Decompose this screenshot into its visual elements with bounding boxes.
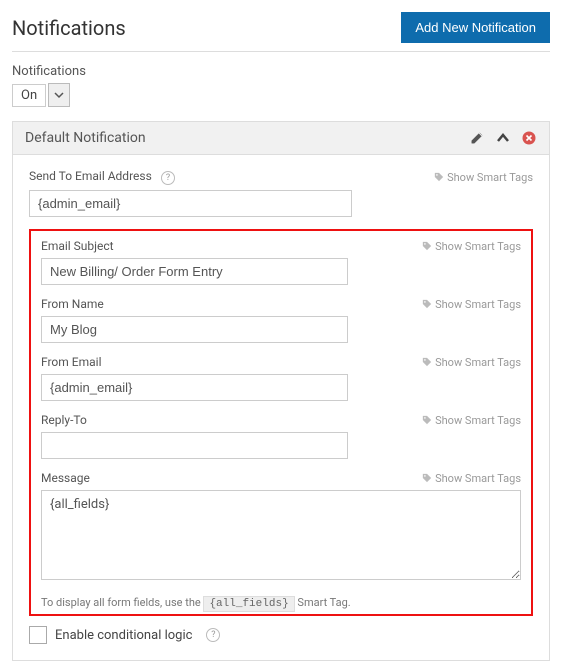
- message-textarea[interactable]: [41, 490, 521, 580]
- field-from-email: From Email Show Smart Tags: [41, 355, 521, 401]
- notifications-toggle-group: Notifications On: [12, 64, 550, 107]
- from-name-label: From Name: [41, 297, 104, 311]
- from-email-input[interactable]: [41, 374, 348, 401]
- help-icon[interactable]: ?: [206, 628, 220, 642]
- tag-icon: [422, 241, 432, 251]
- chevron-down-icon: [54, 90, 64, 100]
- subject-input[interactable]: [41, 258, 348, 285]
- tag-icon: [422, 415, 432, 425]
- send-to-input[interactable]: [29, 190, 352, 217]
- field-from-name: From Name Show Smart Tags: [41, 297, 521, 343]
- conditional-logic-row: Enable conditional logic ?: [29, 626, 533, 644]
- panel-header: Default Notification: [13, 122, 549, 155]
- collapse-button[interactable]: [495, 130, 511, 146]
- send-to-label: Send To Email Address: [29, 169, 152, 183]
- smart-tags-toggle[interactable]: Show Smart Tags: [434, 171, 533, 184]
- message-label: Message: [41, 471, 90, 485]
- highlighted-fields: Email Subject Show Smart Tags From Name …: [29, 229, 533, 616]
- tag-icon: [434, 172, 444, 182]
- pencil-icon: [470, 131, 484, 145]
- field-reply-to: Reply-To Show Smart Tags: [41, 413, 521, 459]
- panel-title: Default Notification: [25, 130, 146, 146]
- smart-tags-toggle[interactable]: Show Smart Tags: [422, 356, 521, 369]
- notifications-toggle-dropdown[interactable]: [48, 83, 70, 107]
- smart-tags-toggle[interactable]: Show Smart Tags: [422, 240, 521, 253]
- from-name-input[interactable]: [41, 316, 348, 343]
- notifications-toggle-label: Notifications: [12, 64, 550, 79]
- panel-body: Send To Email Address ? Show Smart Tags …: [13, 155, 549, 660]
- panel-actions: [469, 130, 537, 146]
- edit-button[interactable]: [469, 130, 485, 146]
- notifications-toggle-value[interactable]: On: [12, 84, 46, 107]
- tag-icon: [422, 357, 432, 367]
- conditional-logic-label: Enable conditional logic: [55, 628, 192, 643]
- field-send-to: Send To Email Address ? Show Smart Tags: [29, 169, 533, 217]
- smart-tags-toggle[interactable]: Show Smart Tags: [422, 414, 521, 427]
- page-title: Notifications: [12, 16, 126, 40]
- delete-button[interactable]: [521, 130, 537, 146]
- notification-panel: Default Notification Send To Email Addre…: [12, 121, 550, 661]
- subject-label: Email Subject: [41, 239, 114, 253]
- close-circle-icon: [522, 131, 536, 145]
- help-icon[interactable]: ?: [161, 171, 175, 185]
- field-subject: Email Subject Show Smart Tags: [41, 239, 521, 285]
- reply-to-input[interactable]: [41, 432, 348, 459]
- all-fields-code: {all_fields}: [203, 596, 294, 612]
- add-notification-button[interactable]: Add New Notification: [401, 12, 550, 43]
- conditional-logic-checkbox[interactable]: [29, 626, 47, 644]
- page-header: Notifications Add New Notification: [12, 12, 550, 52]
- chevron-up-icon: [496, 131, 510, 145]
- tag-icon: [422, 299, 432, 309]
- tag-icon: [422, 473, 432, 483]
- from-email-label: From Email: [41, 355, 101, 369]
- field-message: Message Show Smart Tags: [41, 471, 521, 584]
- all-fields-hint: To display all form fields, use the {all…: [41, 596, 521, 610]
- smart-tags-toggle[interactable]: Show Smart Tags: [422, 472, 521, 485]
- reply-to-label: Reply-To: [41, 413, 87, 427]
- smart-tags-toggle[interactable]: Show Smart Tags: [422, 298, 521, 311]
